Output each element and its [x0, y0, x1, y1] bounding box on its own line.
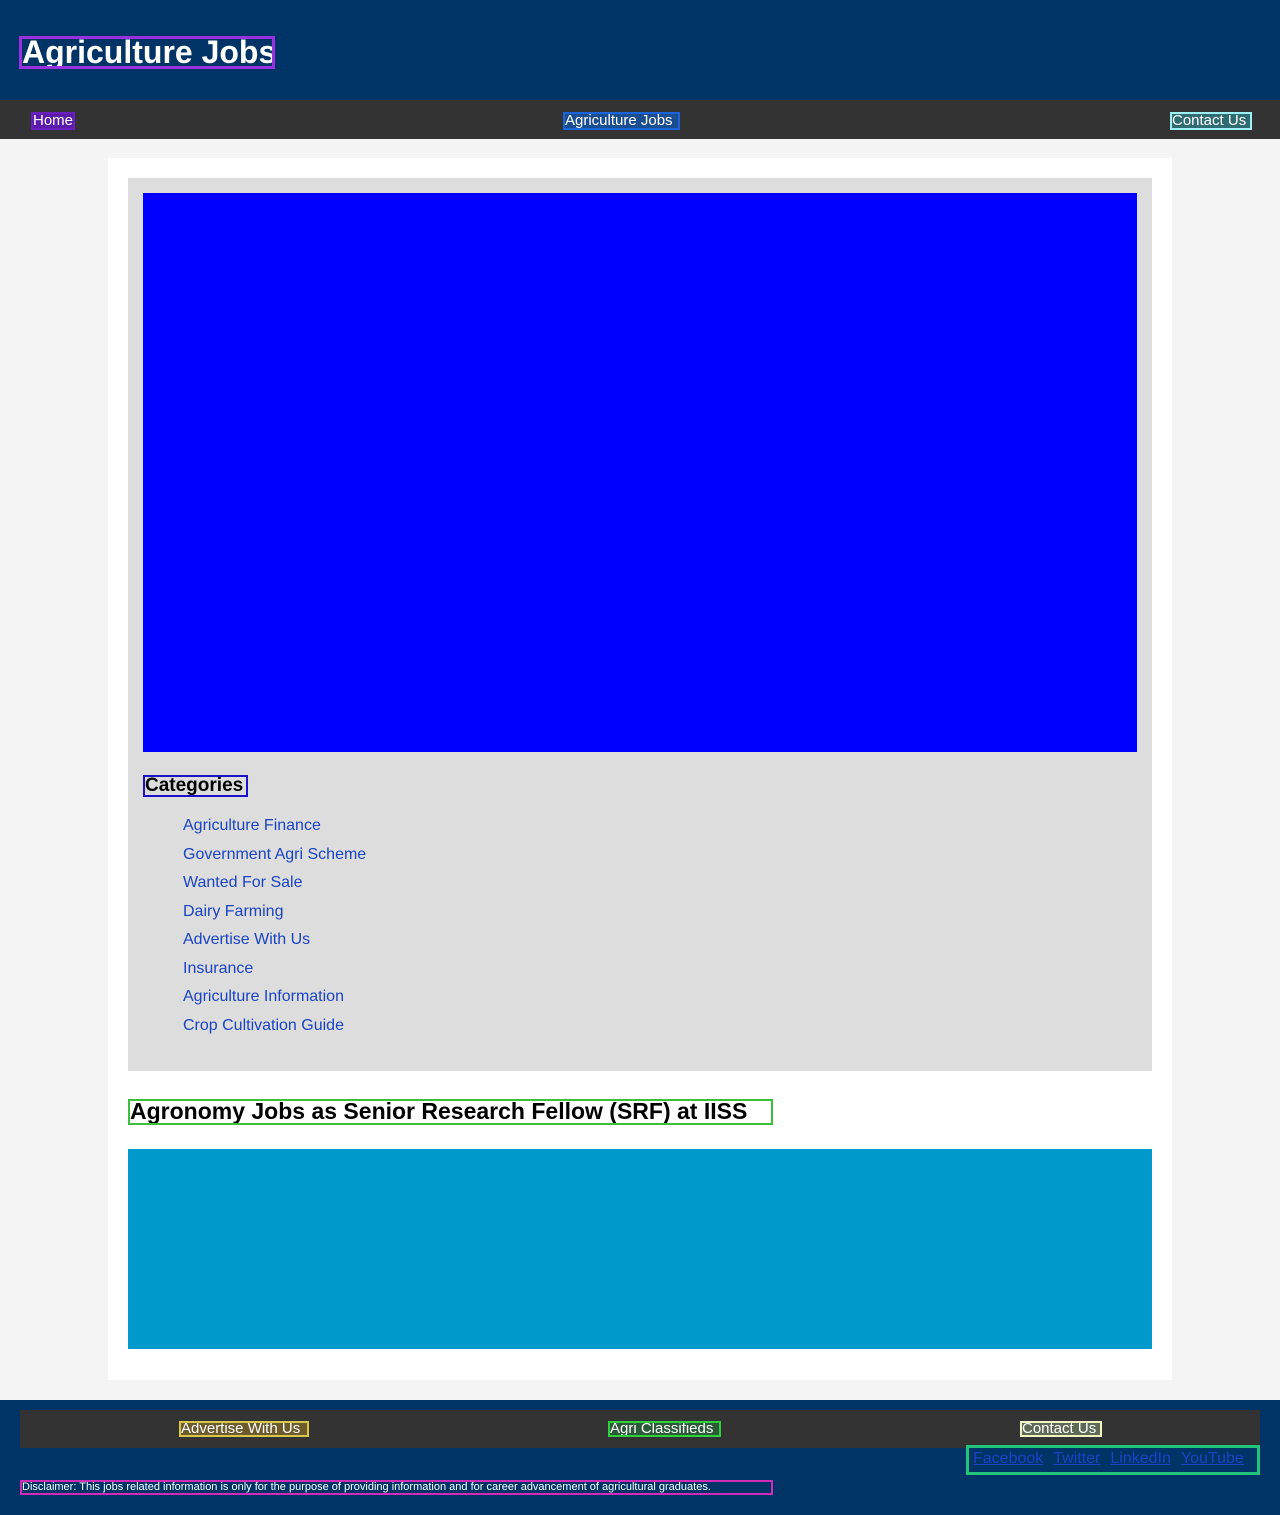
nav-contact-link[interactable]: Contact Us: [1170, 112, 1252, 130]
categories-list: Agriculture Finance Government Agri Sche…: [183, 817, 366, 1045]
category-link[interactable]: Dairy Farming: [183, 903, 366, 932]
disclaimer-text: Disclaimer: This jobs related informatio…: [20, 1480, 773, 1495]
site-footer: Advertise With Us Agri Classifieds Conta…: [0, 1400, 1280, 1515]
categories-heading: Categories: [143, 775, 248, 797]
youtube-link[interactable]: YouTube: [1181, 1450, 1244, 1467]
footer-contact-link[interactable]: Contact Us: [1020, 1421, 1102, 1437]
post-title[interactable]: Agronomy Jobs as Senior Research Fellow …: [128, 1099, 773, 1125]
footer-nav: Advertise With Us Agri Classifieds Conta…: [20, 1410, 1260, 1448]
post-ad-block[interactable]: [128, 1149, 1152, 1349]
category-link[interactable]: Government Agri Scheme: [183, 846, 366, 875]
category-link[interactable]: Wanted For Sale: [183, 874, 366, 903]
category-link[interactable]: Crop Cultivation Guide: [183, 1017, 366, 1046]
nav-home-link[interactable]: Home: [31, 112, 75, 130]
footer-classifieds-link[interactable]: Agri Classifieds: [608, 1421, 721, 1437]
linkedin-link[interactable]: LinkedIn: [1110, 1450, 1171, 1467]
footer-advertise-link[interactable]: Advertise With Us: [179, 1421, 309, 1437]
site-title[interactable]: Agriculture Jobs: [19, 36, 275, 69]
category-link[interactable]: Advertise With Us: [183, 931, 366, 960]
category-link[interactable]: Agriculture Finance: [183, 817, 366, 846]
banner-ad[interactable]: [143, 193, 1137, 752]
nav-agriculture-jobs-link[interactable]: Agriculture Jobs: [563, 112, 680, 130]
category-link[interactable]: Agriculture Information: [183, 988, 366, 1017]
twitter-link[interactable]: Twitter: [1053, 1450, 1100, 1467]
main-nav: Home Agriculture Jobs Contact Us: [0, 100, 1280, 139]
category-link[interactable]: Insurance: [183, 960, 366, 989]
facebook-link[interactable]: Facebook: [973, 1450, 1043, 1467]
social-links: Facebook Twitter LinkedIn YouTube: [966, 1445, 1260, 1475]
main-content: Categories Agriculture Finance Governmen…: [108, 158, 1172, 1380]
sidebar: Categories Agriculture Finance Governmen…: [128, 178, 1152, 1071]
site-header: Agriculture Jobs: [0, 0, 1280, 100]
